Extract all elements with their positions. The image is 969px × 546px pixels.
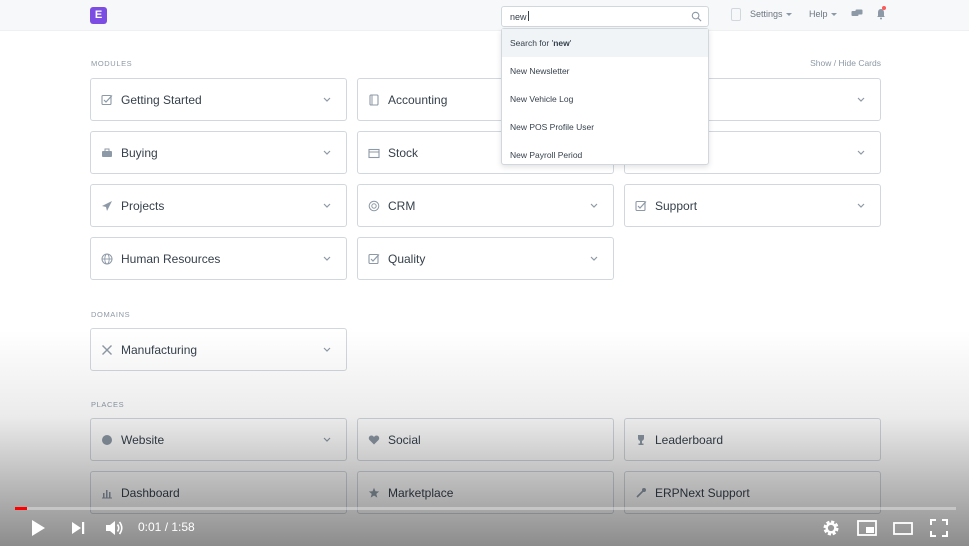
video-progress-fill: [15, 507, 28, 510]
volume-icon[interactable]: [103, 517, 125, 539]
module-card-buying[interactable]: Buying: [90, 131, 347, 174]
search-result-item[interactable]: New Payroll Period: [502, 141, 708, 169]
search-for-prefix: Search for ': [510, 38, 554, 48]
settings-label: Settings: [750, 9, 783, 19]
chevron-down-icon[interactable]: [590, 203, 598, 209]
miniplayer-icon[interactable]: [856, 517, 878, 539]
place-card-label: Dashboard: [121, 486, 180, 500]
support-icon: [636, 488, 646, 498]
duration: 1:58: [171, 520, 195, 534]
module-card-label: Quality: [388, 252, 426, 266]
gear-icon[interactable]: [820, 517, 842, 539]
domains-heading: DOMAINS: [91, 310, 131, 319]
chevron-down-icon[interactable]: [323, 97, 331, 103]
place-card-label: Marketplace: [388, 486, 454, 500]
module-card-label: Projects: [121, 199, 165, 213]
chevron-down-icon[interactable]: [323, 256, 331, 262]
current-time: 0:01: [138, 520, 162, 534]
play-icon[interactable]: [27, 517, 49, 539]
settings-menu[interactable]: Settings: [750, 9, 792, 19]
globe-icon: [102, 435, 112, 445]
module-card-label: CRM: [388, 199, 416, 213]
search-result-search-for[interactable]: Search for 'new': [502, 29, 708, 57]
rocket-icon: [102, 201, 112, 211]
domain-card-label: Manufacturing: [121, 343, 198, 357]
tools-icon: [102, 345, 112, 355]
module-card-crm[interactable]: CRM: [357, 184, 614, 227]
globe-icon: [101, 253, 113, 265]
video-controls: 0:01 / 1:58: [0, 512, 969, 546]
awesomebar-search-input[interactable]: new: [501, 6, 709, 27]
place-card-label: Social: [388, 433, 421, 447]
module-card-label: Support: [655, 199, 698, 213]
domain-card-manufacturing[interactable]: Manufacturing: [90, 328, 347, 371]
notification-dot: [882, 6, 886, 10]
chevron-down-icon[interactable]: [857, 97, 865, 103]
top-navbar: E new Settings Help: [0, 0, 969, 31]
search-result-item[interactable]: New Vehicle Log: [502, 85, 708, 113]
chevron-down-icon: [785, 13, 792, 16]
help-menu[interactable]: Help: [809, 9, 837, 19]
chevron-down-icon[interactable]: [857, 150, 865, 156]
search-input-value: new: [510, 12, 527, 22]
video-time-display: 0:01 / 1:58: [138, 520, 195, 534]
help-label: Help: [809, 9, 828, 19]
fullscreen-icon[interactable]: [928, 517, 950, 539]
place-card-label: Website: [121, 433, 165, 447]
chat-icon[interactable]: [851, 9, 863, 19]
modules-heading: MODULES: [91, 59, 133, 68]
chevron-down-icon[interactable]: [857, 203, 865, 209]
module-card-label: Buying: [121, 146, 158, 160]
chevron-down-icon[interactable]: [323, 347, 331, 353]
chevron-down-icon[interactable]: [323, 150, 331, 156]
next-icon[interactable]: [67, 517, 89, 539]
search-results-dropdown: Search for 'new' New Newsletter New Vehi…: [501, 28, 709, 165]
module-card-support[interactable]: Support: [624, 184, 881, 227]
chart-icon: [102, 490, 112, 499]
module-card-getting-started[interactable]: Getting Started: [90, 78, 347, 121]
places-heading: PLACES: [91, 400, 125, 409]
chevron-down-icon[interactable]: [590, 256, 598, 262]
place-card-website[interactable]: Website: [90, 418, 347, 461]
place-card-social[interactable]: Social: [357, 418, 614, 461]
trophy-icon: [638, 435, 644, 445]
heart-icon: [368, 435, 380, 445]
cart-icon: [102, 148, 112, 157]
apps-icon[interactable]: [731, 8, 741, 21]
checkbox-icon: [368, 253, 380, 265]
chevron-down-icon[interactable]: [323, 437, 331, 443]
search-result-item[interactable]: New POS Profile User: [502, 113, 708, 141]
box-icon: [368, 148, 380, 159]
target-icon: [368, 200, 380, 212]
place-card-label: Leaderboard: [655, 433, 724, 447]
module-card-projects[interactable]: Projects: [90, 184, 347, 227]
search-for-term: new: [553, 38, 570, 48]
video-progress-bar[interactable]: [15, 507, 956, 510]
star-icon: [368, 487, 380, 498]
show-hide-cards-link[interactable]: Show / Hide Cards: [810, 58, 881, 68]
time-separator: /: [161, 520, 172, 534]
search-for-suffix: ': [569, 38, 572, 48]
chevron-down-icon: [830, 13, 837, 16]
app-logo[interactable]: E: [90, 7, 107, 24]
place-card-label: ERPNext Support: [655, 486, 750, 500]
book-icon: [369, 94, 379, 106]
module-card-label: Human Resources: [121, 252, 221, 266]
module-card-quality[interactable]: Quality: [357, 237, 614, 280]
checkbox-icon: [635, 200, 647, 212]
module-card-label: Stock: [388, 146, 419, 160]
module-card-human-resources[interactable]: Human Resources: [90, 237, 347, 280]
module-card-label: Accounting: [388, 93, 448, 107]
module-card-label: Getting Started: [121, 93, 202, 107]
theater-mode-icon[interactable]: [892, 517, 914, 539]
search-icon: [691, 11, 702, 22]
search-result-item[interactable]: New Newsletter: [502, 57, 708, 85]
chevron-down-icon[interactable]: [323, 203, 331, 209]
place-card-leaderboard[interactable]: Leaderboard: [624, 418, 881, 461]
checkbox-icon: [101, 94, 113, 106]
